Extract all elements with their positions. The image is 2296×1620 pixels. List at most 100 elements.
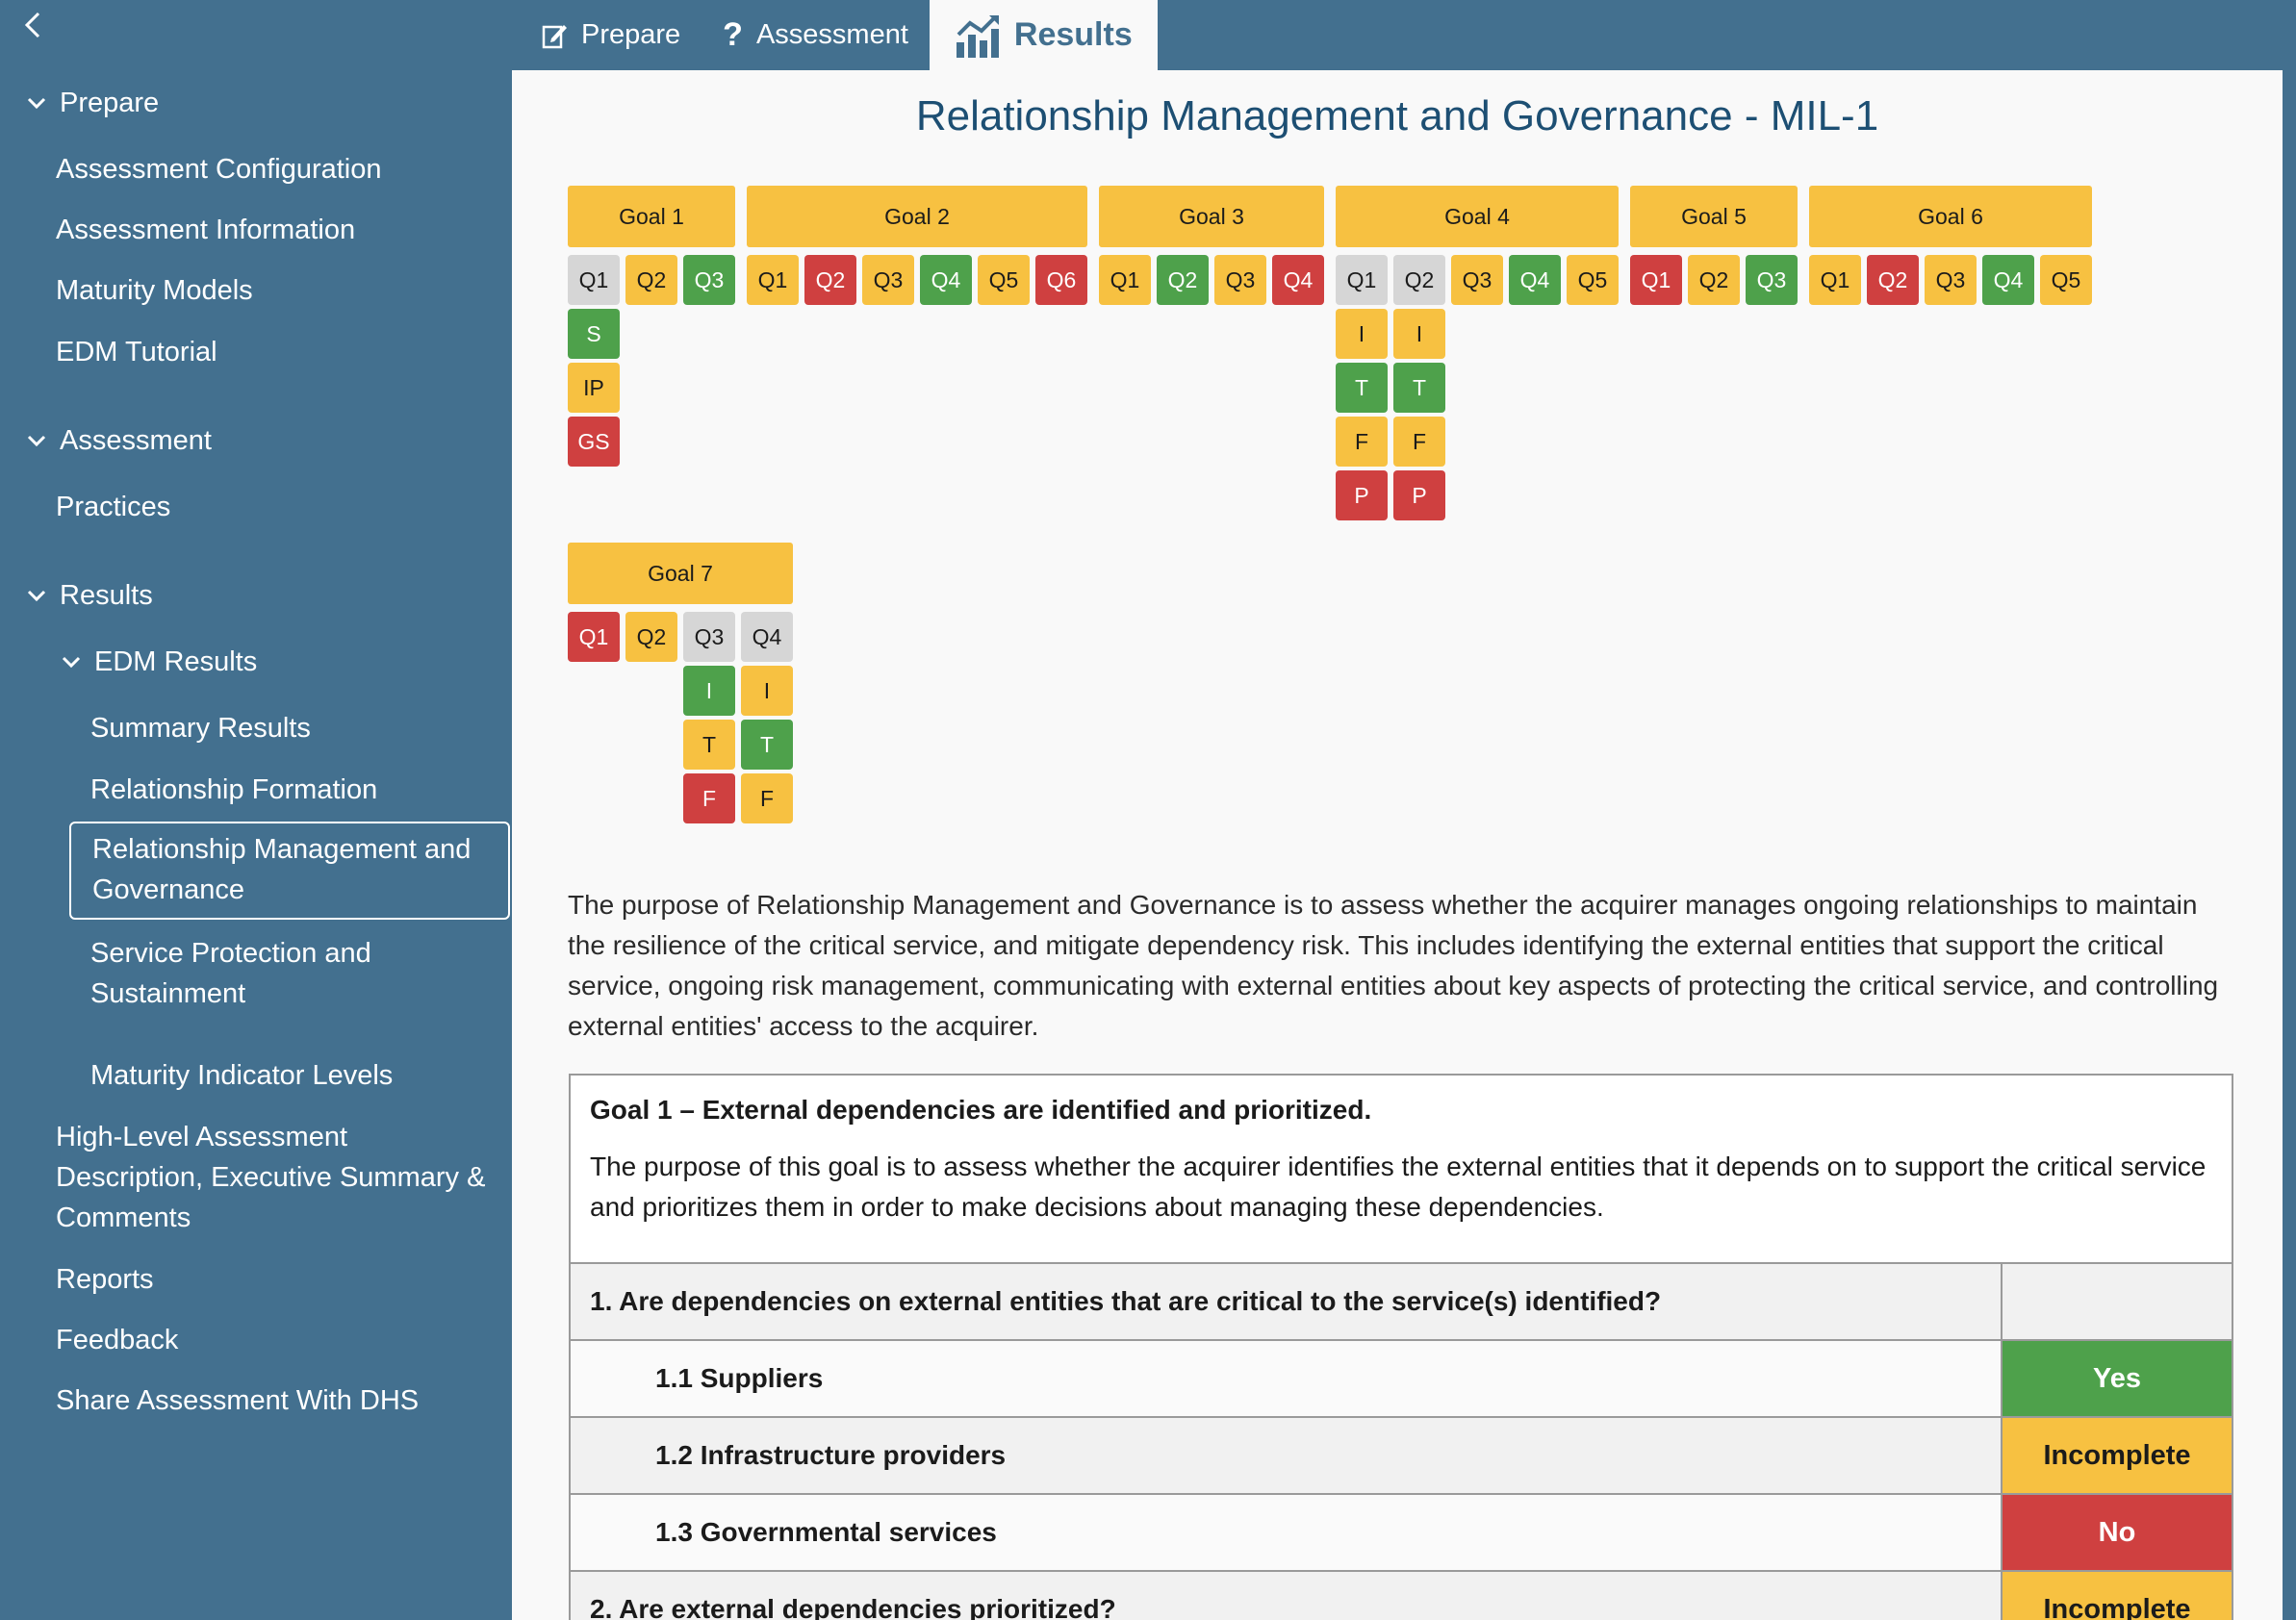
question-cell[interactable]: Q4 xyxy=(1272,255,1324,305)
sub-question-cell[interactable]: F xyxy=(683,773,735,823)
sub-question-cell[interactable]: P xyxy=(1336,470,1388,520)
question-text: 1. Are dependencies on external entities… xyxy=(590,1286,1662,1316)
question-text: 1.2 Infrastructure providers xyxy=(655,1440,1007,1470)
answer-badge xyxy=(2001,1264,2232,1339)
question-cell[interactable]: Q3 xyxy=(683,255,735,305)
question-cell[interactable]: Q5 xyxy=(978,255,1030,305)
question-cell[interactable]: Q1 xyxy=(1336,255,1388,305)
sidebar-item-maturity-models[interactable]: Maturity Models xyxy=(56,270,253,311)
sub-question-cell[interactable]: S xyxy=(568,309,620,359)
question-cell[interactable]: Q2 xyxy=(1688,255,1740,305)
sidebar-item-label: Comments xyxy=(56,1202,191,1233)
sidebar-item-service-protection[interactable]: Service Protection and Sustainment xyxy=(90,933,371,1014)
main-tabs: Prepare ? Assessment Results xyxy=(520,0,1158,70)
question-cell[interactable]: Q4 xyxy=(1509,255,1561,305)
sidebar-item-assessment-information[interactable]: Assessment Information xyxy=(56,210,355,250)
question-cell[interactable]: Q4 xyxy=(920,255,972,305)
question-cell[interactable]: Q2 xyxy=(1157,255,1209,305)
question-cell[interactable]: Q3 xyxy=(1214,255,1266,305)
question-cell[interactable]: Q1 xyxy=(1099,255,1151,305)
question-cell[interactable]: Q1 xyxy=(747,255,799,305)
question-icon: ? xyxy=(723,16,743,53)
sub-question-cell[interactable]: T xyxy=(1336,363,1388,413)
tab-results[interactable]: Results xyxy=(929,0,1158,70)
sub-question-cell[interactable]: F xyxy=(1393,417,1445,467)
sidebar-item-high-level-assessment[interactable]: High-Level Assessment Description, Execu… xyxy=(56,1117,485,1238)
sidebar-section-assessment[interactable]: Assessment xyxy=(25,420,212,461)
sidebar-item-assessment-configuration[interactable]: Assessment Configuration xyxy=(56,149,382,190)
question-cell[interactable]: Q1 xyxy=(568,612,620,662)
question-cell[interactable]: Q1 xyxy=(1630,255,1682,305)
question-cell[interactable]: Q4 xyxy=(1982,255,2034,305)
sub-question-cell[interactable]: I xyxy=(1393,309,1445,359)
sub-question-cell[interactable]: T xyxy=(1393,363,1445,413)
sub-question-cell[interactable]: F xyxy=(1336,417,1388,467)
sidebar-item-relationship-formation[interactable]: Relationship Formation xyxy=(90,770,377,810)
question-text: 2. Are external dependencies prioritized… xyxy=(590,1594,1116,1620)
sub-question-cell[interactable]: I xyxy=(1336,309,1388,359)
sub-question-cell[interactable]: GS xyxy=(568,417,620,467)
sidebar-item-relationship-management-active[interactable]: Relationship Management and Governance xyxy=(69,822,510,920)
goal-header[interactable]: Goal 2 xyxy=(747,186,1087,247)
question-text: 1.3 Governmental services xyxy=(655,1517,997,1547)
sidebar-section-label: Prepare xyxy=(60,88,160,118)
sub-question-cell[interactable]: P xyxy=(1393,470,1445,520)
sub-question-cell[interactable]: I xyxy=(683,666,735,716)
chevron-down-icon xyxy=(27,435,46,447)
sub-question-cell[interactable]: T xyxy=(683,720,735,770)
sidebar-section-label: Assessment xyxy=(60,425,212,456)
answer-badge: Incomplete xyxy=(2001,1418,2232,1493)
answer-badge: No xyxy=(2001,1495,2232,1570)
sidebar-item-label: Description, Executive Summary & xyxy=(56,1162,486,1193)
goal-header[interactable]: Goal 6 xyxy=(1809,186,2092,247)
question-cell[interactable]: Q1 xyxy=(568,255,620,305)
sidebar-item-feedback[interactable]: Feedback xyxy=(56,1320,178,1360)
chevron-down-icon xyxy=(27,590,46,602)
chevron-down-icon xyxy=(62,656,81,669)
question-cell[interactable]: Q2 xyxy=(804,255,856,305)
question-cell[interactable]: Q2 xyxy=(625,255,677,305)
question-cell[interactable]: Q6 xyxy=(1035,255,1087,305)
question-cell[interactable]: Q3 xyxy=(1746,255,1798,305)
sub-question-cell[interactable]: IP xyxy=(568,363,620,413)
sidebar-item-share-assessment[interactable]: Share Assessment With DHS xyxy=(56,1380,419,1421)
sidebar-section-edm-results[interactable]: EDM Results xyxy=(60,642,257,682)
question-cell[interactable]: Q4 xyxy=(741,612,793,662)
sub-question-cell[interactable]: T xyxy=(741,720,793,770)
sidebar-item-practices[interactable]: Practices xyxy=(56,487,170,527)
question-cell[interactable]: Q5 xyxy=(1567,255,1619,305)
sidebar-item-maturity-indicator-levels[interactable]: Maturity Indicator Levels xyxy=(90,1055,393,1096)
sidebar-section-label: EDM Results xyxy=(94,646,258,677)
scrollbar-track[interactable] xyxy=(2283,0,2296,1620)
question-cell[interactable]: Q1 xyxy=(1809,255,1861,305)
table-row: 1.2 Infrastructure providers Incomplete xyxy=(571,1416,2232,1493)
goal-header[interactable]: Goal 7 xyxy=(568,543,793,604)
sidebar-item-reports[interactable]: Reports xyxy=(56,1259,154,1300)
back-chevron-icon[interactable] xyxy=(19,8,48,46)
tab-results-label: Results xyxy=(1013,16,1133,53)
goal-heading: Goal 1 – External dependencies are ident… xyxy=(590,1095,1372,1125)
sub-question-cell[interactable]: I xyxy=(741,666,793,716)
sub-question-cell[interactable]: F xyxy=(741,773,793,823)
tab-prepare[interactable]: Prepare xyxy=(520,0,702,70)
sidebar-section-results[interactable]: Results xyxy=(25,575,153,616)
question-cell[interactable]: Q3 xyxy=(1451,255,1503,305)
question-cell[interactable]: Q3 xyxy=(1925,255,1977,305)
edit-icon xyxy=(541,21,568,50)
sidebar-section-prepare[interactable]: Prepare xyxy=(25,83,159,123)
tab-assessment[interactable]: ? Assessment xyxy=(702,0,930,70)
page-title: Relationship Management and Governance -… xyxy=(915,92,1879,139)
question-cell[interactable]: Q5 xyxy=(2040,255,2092,305)
goal-header[interactable]: Goal 3 xyxy=(1099,186,1324,247)
question-cell[interactable]: Q3 xyxy=(862,255,914,305)
goal-header[interactable]: Goal 5 xyxy=(1630,186,1798,247)
question-cell[interactable]: Q3 xyxy=(683,612,735,662)
question-cell[interactable]: Q2 xyxy=(1393,255,1445,305)
sidebar-item-edm-tutorial[interactable]: EDM Tutorial xyxy=(56,332,217,372)
goal-header[interactable]: Goal 1 xyxy=(568,186,735,247)
sidebar-item-summary-results[interactable]: Summary Results xyxy=(90,708,311,748)
goal-header[interactable]: Goal 4 xyxy=(1336,186,1619,247)
question-cell[interactable]: Q2 xyxy=(1867,255,1919,305)
question-cell[interactable]: Q2 xyxy=(625,612,677,662)
sidebar-item-label: Governance xyxy=(92,874,244,905)
